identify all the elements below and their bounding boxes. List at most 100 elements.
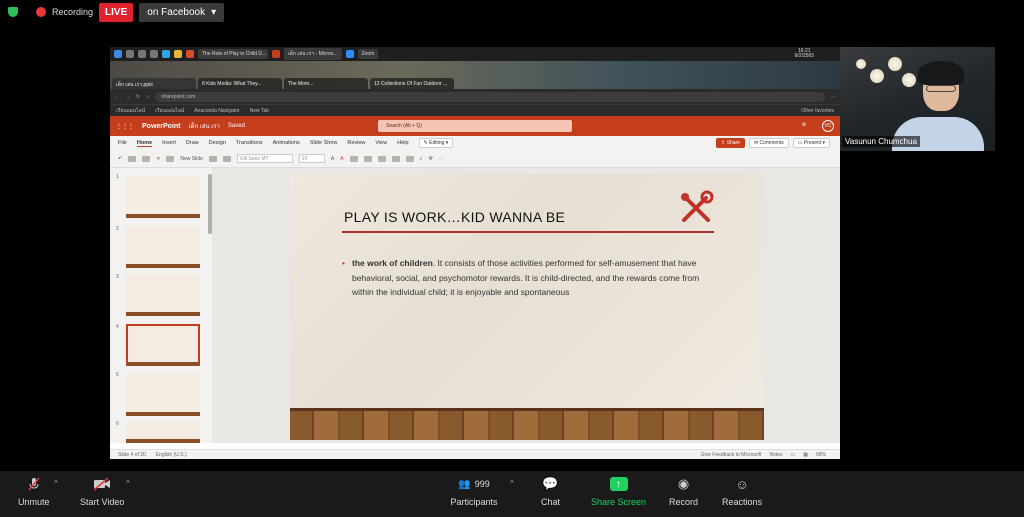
notes-button[interactable]: Notes — [769, 452, 782, 458]
slide-thumbnail[interactable] — [126, 374, 200, 416]
normal-view-icon[interactable]: ▭ — [791, 452, 796, 458]
recording-label[interactable]: Recording — [52, 7, 93, 17]
arrange-icon[interactable] — [405, 155, 414, 162]
slide-thumbnail[interactable] — [126, 226, 200, 268]
settings-icon[interactable] — [150, 50, 158, 58]
reactions-button[interactable]: ☺ Reactions — [722, 477, 762, 508]
back-icon[interactable]: ← — [114, 94, 119, 100]
slide-thumbnail[interactable] — [126, 274, 200, 316]
app-launcher-icon[interactable]: ⋮⋮⋮ — [116, 123, 134, 130]
slide-title[interactable]: PLAY IS WORK…KID WANNA BE — [344, 209, 565, 225]
video-off-icon — [93, 477, 111, 491]
bookmark-item[interactable]: Anaconda Navigator — [194, 108, 239, 114]
bookmark-item[interactable]: เรียนออนไลน์ — [116, 107, 145, 115]
chrome-icon[interactable] — [186, 50, 194, 58]
format-painter-icon[interactable] — [142, 155, 151, 162]
thumbnail-scrollbar[interactable] — [208, 174, 212, 234]
participants-button[interactable]: 👥 999 Participants — [450, 477, 498, 508]
bullets-icon[interactable] — [349, 155, 358, 162]
live-target-dropdown[interactable]: on Facebook ▾ — [139, 2, 225, 22]
more-options-icon[interactable]: ⋯ — [439, 156, 444, 162]
record-button[interactable]: ◉ Record — [669, 476, 698, 507]
forward-icon[interactable]: → — [125, 94, 130, 100]
video-options-caret-icon[interactable]: ^ — [126, 479, 130, 488]
tab-draw[interactable]: Draw — [186, 140, 199, 146]
shapes-icon[interactable] — [391, 155, 400, 162]
comments-button[interactable]: ✉ Comments — [748, 138, 789, 148]
live-badge[interactable]: LIVE — [99, 2, 134, 22]
numbering-icon[interactable] — [363, 155, 372, 162]
folder-icon[interactable] — [174, 50, 182, 58]
share-button[interactable]: ⇪ Share — [716, 138, 745, 148]
windows-start-icon[interactable] — [114, 50, 122, 58]
slide-thumbnail[interactable] — [126, 176, 200, 218]
tab-review[interactable]: Review — [347, 140, 365, 146]
powerpoint-icon[interactable] — [272, 50, 280, 58]
search-icon[interactable] — [126, 50, 134, 58]
bookmark-item[interactable]: New Tab — [250, 108, 269, 114]
new-slide-icon[interactable] — [166, 155, 175, 162]
browser-tab[interactable]: 12 Collections Of Fun Outdoor ... — [370, 78, 454, 89]
participant-video[interactable]: Vasunun Chumchua — [840, 47, 995, 151]
bold-icon[interactable]: A — [331, 156, 334, 162]
tab-animations[interactable]: Animations — [273, 140, 300, 146]
start-video-button[interactable]: Start Video — [80, 477, 124, 507]
browser-tab[interactable]: 8 Kids Media: What They... — [198, 78, 282, 89]
tab-insert[interactable]: Insert — [162, 140, 176, 146]
align-icon[interactable] — [377, 155, 386, 162]
clipboard-icon[interactable] — [128, 155, 137, 162]
unmute-button[interactable]: Unmute — [18, 477, 50, 507]
encryption-shield-icon[interactable] — [8, 7, 18, 17]
home-icon[interactable]: ⌂ — [146, 94, 149, 100]
language[interactable]: English (U.S.) — [156, 452, 187, 458]
tab-home[interactable]: Home — [136, 140, 153, 147]
browser-tab[interactable]: The Mom... — [284, 78, 368, 89]
audio-options-caret-icon[interactable]: ^ — [54, 479, 58, 488]
bookmark-item[interactable]: เรียนออนไลน์ — [155, 107, 184, 115]
slide-thumbnail[interactable] — [126, 422, 200, 443]
edge-icon[interactable] — [162, 50, 170, 58]
slide-bullet[interactable]: • the work of children. It consists of t… — [342, 256, 702, 300]
font-name-select[interactable]: Gill Sans MT — [236, 154, 293, 163]
reload-icon[interactable]: ↻ — [136, 94, 140, 100]
slide-thumbnail-selected[interactable] — [126, 324, 200, 366]
clock[interactable]: 16:21 9/2/2565 — [795, 49, 840, 59]
feedback-link[interactable]: Give Feedback to Microsoft — [701, 452, 762, 458]
picture-icon[interactable] — [222, 155, 231, 162]
participants-caret-icon[interactable]: ^ — [510, 479, 514, 488]
browser-tab[interactable]: เด็ก เล่น เรา.pptx — [112, 78, 196, 89]
taskbar-window[interactable]: The Role of Play in Child D... — [198, 49, 268, 59]
layout-icon[interactable] — [208, 155, 217, 162]
share-screen-button[interactable]: ↑ Share Screen — [591, 477, 646, 507]
address-input[interactable]: sharepoint.com — [155, 91, 825, 102]
zoom-icon[interactable] — [345, 50, 354, 58]
font-color-icon[interactable]: A — [340, 156, 343, 162]
editing-mode-button[interactable]: ✎ Editing ▾ — [418, 138, 454, 148]
tab-file[interactable]: File — [118, 140, 127, 146]
extensions-icon[interactable]: ⋯ — [831, 94, 836, 100]
present-button[interactable]: ▭ Present ▾ — [792, 138, 830, 148]
other-bookmarks[interactable]: Other favorites — [801, 108, 840, 114]
tab-view[interactable]: View — [375, 140, 387, 146]
search-input[interactable]: Search (Alt + Q) — [378, 120, 572, 132]
tab-design[interactable]: Design — [209, 140, 226, 146]
sorter-view-icon[interactable]: ▦ — [803, 452, 808, 458]
tab-help[interactable]: Help — [397, 140, 408, 146]
tab-transitions[interactable]: Transitions — [236, 140, 263, 146]
settings-gear-icon[interactable]: ⚙ — [798, 120, 810, 132]
user-avatar[interactable]: VC — [822, 120, 834, 132]
taskbar-window[interactable]: เด็ก เล่น เรา - Micros... — [284, 48, 342, 60]
file-name[interactable]: เด็ก เล่น เรา — [189, 121, 220, 131]
tab-slide-show[interactable]: Slide Show — [310, 140, 338, 146]
undo-icon[interactable]: ↶ — [118, 156, 122, 162]
task-view-icon[interactable] — [138, 50, 146, 58]
new-slide-button[interactable]: New Slide — [180, 156, 203, 162]
delete-icon[interactable]: ✕ — [156, 156, 160, 162]
taskbar-window[interactable]: Zoom — [357, 49, 379, 59]
font-size-select[interactable]: 20 — [298, 154, 325, 163]
zoom-level[interactable]: 68% — [816, 452, 826, 458]
chat-button[interactable]: 💬 Chat — [541, 476, 560, 507]
slide-canvas[interactable]: PLAY IS WORK…KID WANNA BE • the work of … — [290, 174, 764, 440]
find-icon[interactable]: ⌕ — [420, 156, 423, 162]
designer-icon[interactable]: ⚒ — [428, 156, 432, 162]
